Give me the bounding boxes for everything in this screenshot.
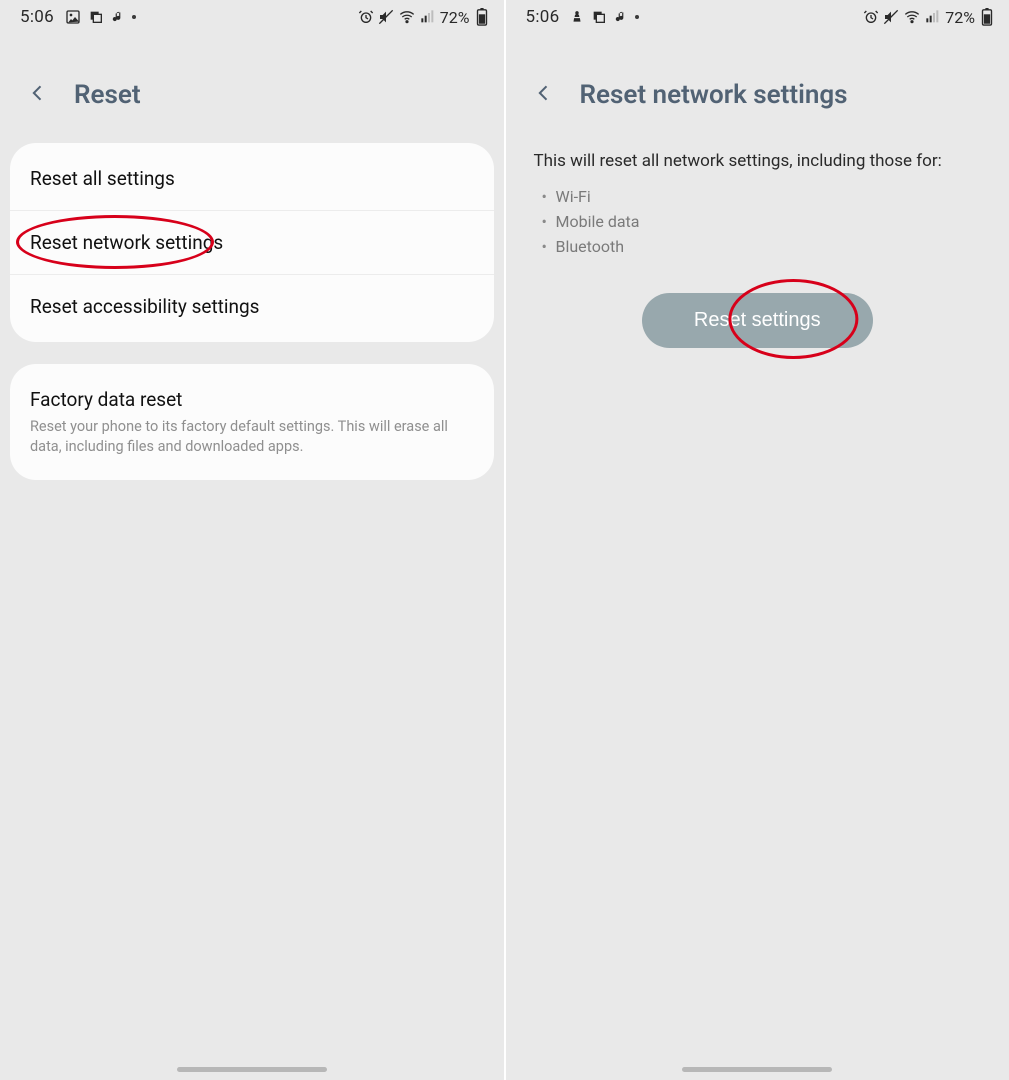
stack-icon <box>88 9 104 25</box>
reset-settings-button[interactable]: Reset settings <box>642 293 873 348</box>
nav-handle-icon[interactable] <box>177 1067 327 1072</box>
phone-screen-right: 5:06 72% Reset network settings This wil… <box>506 0 1009 1080</box>
reset-all-settings-row[interactable]: Reset all settings <box>10 147 494 210</box>
status-bar: 5:06 72% <box>506 0 1009 34</box>
phone-screen-left: 5:06 72% Reset Reset all settings Reset <box>0 0 506 1080</box>
factory-data-reset-row[interactable]: Factory data reset Reset your phone to i… <box>10 368 494 476</box>
wifi-icon <box>398 9 416 25</box>
bullet-list: Wi-Fi Mobile data Bluetooth <box>506 171 1009 259</box>
page-header: Reset <box>0 34 504 143</box>
chess-piece-icon <box>570 9 584 25</box>
row-subtext: Reset your phone to its factory default … <box>30 417 474 456</box>
page-title: Reset network settings <box>580 80 848 110</box>
row-label: Reset accessibility settings <box>30 295 259 318</box>
status-time: 5:06 <box>20 7 54 27</box>
battery-icon <box>476 8 488 26</box>
battery-percent: 72% <box>440 8 470 27</box>
more-indicator-icon <box>635 15 639 19</box>
alarm-icon <box>358 9 374 25</box>
signal-icon <box>420 9 436 25</box>
page-header: Reset network settings <box>506 34 1009 143</box>
status-bar: 5:06 72% <box>0 0 504 34</box>
nav-handle-icon[interactable] <box>682 1067 832 1072</box>
list-item: Mobile data <box>542 210 1009 235</box>
back-button[interactable] <box>22 74 54 115</box>
list-item: Wi-Fi <box>542 185 1009 210</box>
status-time: 5:06 <box>526 7 560 27</box>
signal-icon <box>925 9 941 25</box>
image-icon <box>65 9 81 25</box>
row-label: Reset network settings <box>30 231 223 254</box>
wifi-icon <box>903 9 921 25</box>
row-label: Factory data reset <box>30 388 182 411</box>
reset-network-settings-row[interactable]: Reset network settings <box>10 210 494 274</box>
reset-accessibility-settings-row[interactable]: Reset accessibility settings <box>10 274 494 338</box>
battery-icon <box>981 8 993 26</box>
mute-icon <box>378 9 394 25</box>
reset-description: This will reset all network settings, in… <box>506 143 1009 171</box>
stack-icon <box>591 9 607 25</box>
battery-percent: 72% <box>945 8 975 27</box>
mute-icon <box>883 9 899 25</box>
more-indicator-icon <box>132 15 136 19</box>
factory-reset-card: Factory data reset Reset your phone to i… <box>10 364 494 480</box>
music-note-icon <box>111 9 125 25</box>
list-item: Bluetooth <box>542 235 1009 260</box>
reset-options-card: Reset all settings Reset network setting… <box>10 143 494 342</box>
alarm-icon <box>863 9 879 25</box>
back-button[interactable] <box>528 74 560 115</box>
music-note-icon <box>614 9 628 25</box>
row-label: Reset all settings <box>30 167 175 190</box>
page-title: Reset <box>74 80 141 110</box>
